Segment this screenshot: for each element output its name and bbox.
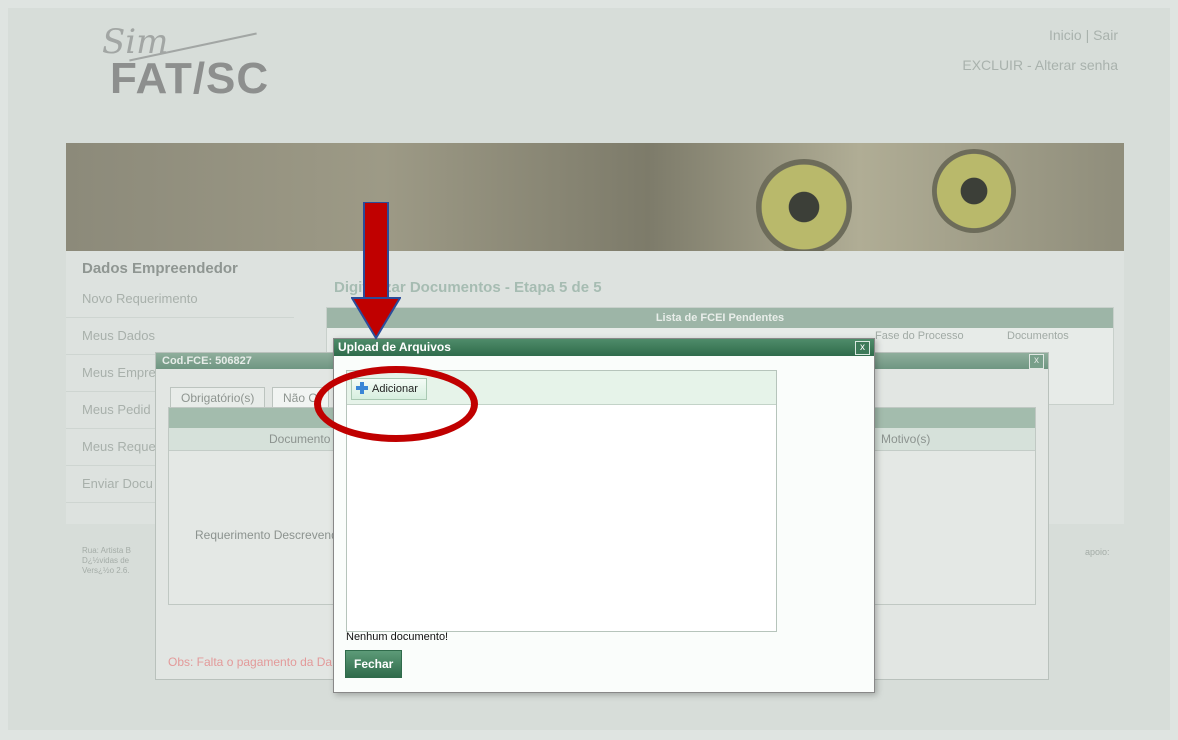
- footer-help: D¿½vidas de: [82, 556, 130, 565]
- upload-dialog-title: Upload de Arquivos: [334, 339, 874, 356]
- empty-documents-message: Nenhum documento!: [346, 631, 449, 643]
- footer-address: Rua: Artista B: [82, 546, 131, 555]
- pending-table-header: Lista de FCEI Pendentes: [327, 308, 1113, 328]
- home-logout-links[interactable]: Inicio | Sair: [1049, 27, 1118, 43]
- delete-change-password-links[interactable]: EXCLUIR - Alterar senha: [962, 57, 1118, 73]
- logo-text: FAT/SC: [110, 54, 270, 103]
- tab-obrigatorios[interactable]: Obrigatório(s): [170, 387, 266, 409]
- apoio-label: apoio:: [1085, 547, 1110, 557]
- footer-text: Rua: Artista B D¿½vidas de Vers¿½o 2.6.: [82, 546, 131, 576]
- annotation-highlight-ellipse: [314, 366, 478, 442]
- owl-banner: [66, 143, 1124, 251]
- top-links: Inicio | Sair EXCLUIR - Alterar senha: [962, 20, 1118, 80]
- sidebar-item-novo-requerimento[interactable]: Novo Requerimento: [66, 281, 294, 318]
- column-documentos: Documentos: [1007, 330, 1069, 342]
- fce-close-icon[interactable]: x: [1029, 354, 1044, 369]
- close-button[interactable]: Fechar: [345, 650, 403, 678]
- owl-right-eye: [932, 149, 1016, 233]
- fce-observation: Obs: Falta o pagamento da Da: [168, 655, 333, 669]
- annotation-arrow-icon: [351, 202, 401, 340]
- sidebar-item-meus-dados[interactable]: Meus Dados: [66, 318, 294, 355]
- column-motivos: Motivo(s): [881, 432, 931, 446]
- upload-close-icon[interactable]: x: [855, 341, 870, 355]
- fce-document-row: Requerimento Descrevend: [195, 528, 338, 542]
- sidebar-title: Dados Empreendedor: [82, 260, 238, 277]
- owl-left-eye: [756, 159, 852, 251]
- column-fase-do-processo: Fase do Processo: [875, 330, 964, 342]
- column-documento: Documento: [269, 432, 331, 446]
- sim-fat-sc-logo: Sim FAT/SC: [90, 20, 280, 120]
- footer-version: Vers¿½o 2.6.: [82, 566, 130, 575]
